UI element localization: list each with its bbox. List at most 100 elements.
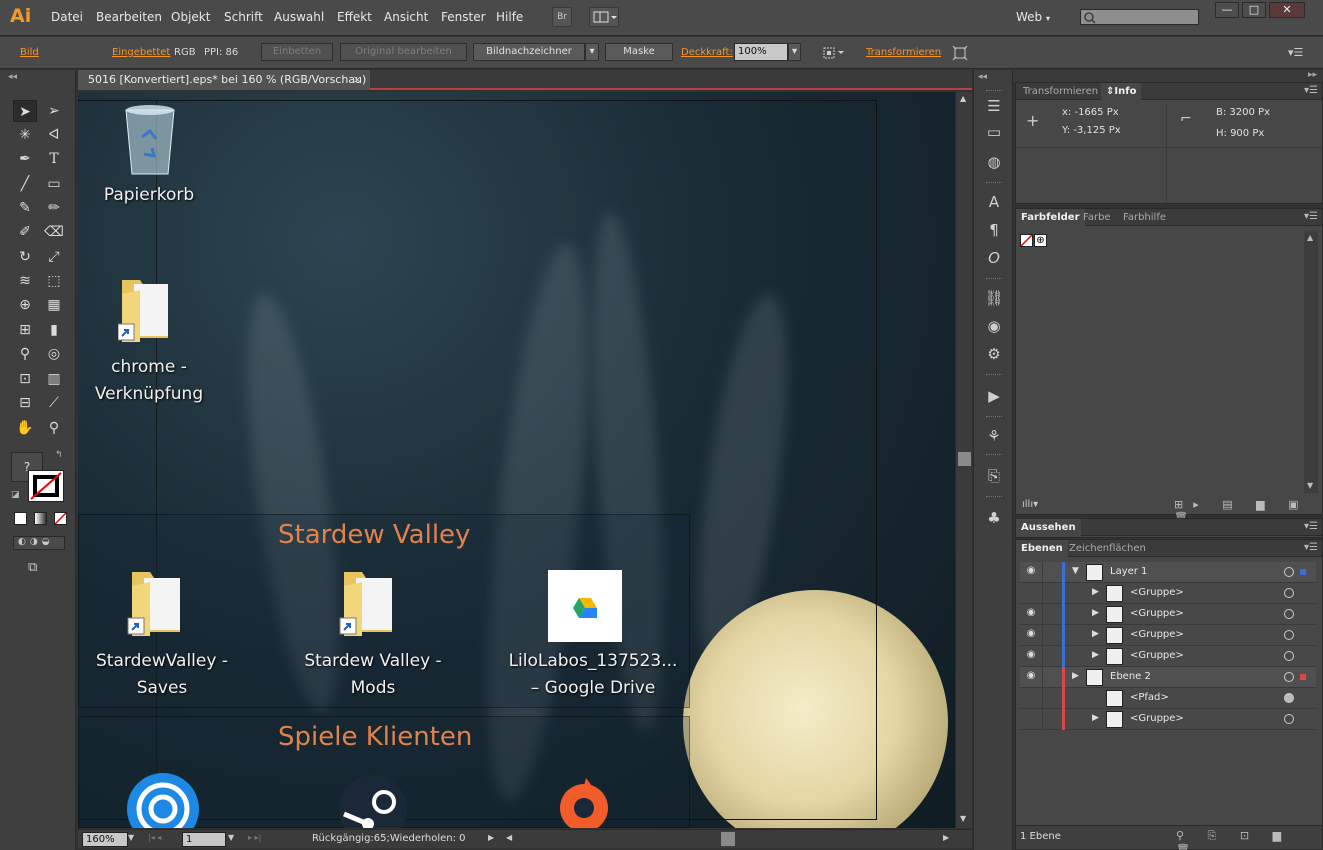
bridge-button[interactable]: Br xyxy=(552,7,572,27)
panel-menu-icon[interactable]: ▾☰ xyxy=(1304,85,1318,96)
direct-selection-tool-icon[interactable]: ➢ xyxy=(42,100,66,122)
image-trace-dropdown[interactable]: ▾ xyxy=(585,43,599,61)
warp-tool-icon[interactable]: ≋ xyxy=(13,270,37,292)
visibility-eye-icon[interactable]: ◉ xyxy=(1024,649,1038,660)
none-swatch[interactable] xyxy=(1020,234,1033,247)
lock-column[interactable] xyxy=(1042,562,1043,583)
selection-indicator[interactable] xyxy=(1300,674,1306,680)
status-menu-icon[interactable]: ▶ xyxy=(488,833,494,842)
scroll-down-icon[interactable]: ▼ xyxy=(1307,481,1313,490)
actions-play-icon[interactable]: ▶ xyxy=(984,386,1004,406)
eyedropper-tool-icon[interactable]: ⚲ xyxy=(13,343,37,365)
layer-row[interactable]: ◉ ▶ <Gruppe> xyxy=(1020,625,1316,646)
lasso-tool-icon[interactable]: ᐊ xyxy=(42,124,66,146)
lock-column[interactable] xyxy=(1042,709,1043,730)
lock-column[interactable] xyxy=(1042,688,1043,709)
layer-row[interactable]: ▶ <Gruppe> xyxy=(1020,709,1316,730)
zoom-tool-icon[interactable]: ⚲ xyxy=(42,417,66,439)
drawing-modes-icon[interactable]: ◐◑◒ xyxy=(13,536,65,550)
last-artboard-icon[interactable]: ▸ ▸| xyxy=(248,833,261,842)
selection-tool-icon[interactable]: ➤ xyxy=(13,100,37,122)
visibility-eye-icon[interactable]: ◉ xyxy=(1024,607,1038,618)
stroke-swatch[interactable] xyxy=(28,470,64,502)
tab-aussehen[interactable]: Aussehen xyxy=(1016,519,1081,536)
type-tool-icon[interactable]: T xyxy=(42,148,66,170)
target-circle-icon[interactable] xyxy=(1284,630,1294,640)
link-status[interactable]: Eingebettet xyxy=(112,47,170,58)
scroll-thumb[interactable] xyxy=(958,452,971,466)
layer-name[interactable]: <Gruppe> xyxy=(1130,650,1184,661)
disclosure-triangle-icon[interactable]: ▼ xyxy=(1072,566,1079,576)
panel-menu-icon[interactable]: ▾☰ xyxy=(1304,211,1318,222)
maximize-button[interactable]: □ xyxy=(1242,2,1266,18)
gradient-tool-icon[interactable]: ▮ xyxy=(42,319,66,341)
lock-column[interactable] xyxy=(1042,646,1043,667)
links-panel-icon[interactable]: ⛓ xyxy=(984,288,1004,308)
symbol-panel-icon[interactable]: ⚘ xyxy=(984,426,1004,446)
disclosure-triangle-icon[interactable]: ▶ xyxy=(1092,629,1099,639)
mesh-tool-icon[interactable]: ⊞ xyxy=(13,319,37,341)
target-circle-icon[interactable] xyxy=(1284,693,1294,703)
target-circle-icon[interactable] xyxy=(1284,567,1294,577)
screen-mode-icon[interactable]: ⧉ xyxy=(28,560,37,575)
pen-tool-icon[interactable]: ✒ xyxy=(13,148,37,170)
selection-indicator[interactable] xyxy=(1300,569,1306,575)
layer-name[interactable]: <Gruppe> xyxy=(1130,587,1184,598)
character-panel-icon[interactable]: A xyxy=(984,192,1004,212)
blob-brush-tool-icon[interactable]: ✐ xyxy=(13,221,37,243)
disclosure-triangle-icon[interactable]: ▶ xyxy=(1092,713,1099,723)
none-mode-icon[interactable] xyxy=(54,512,67,525)
layer-name[interactable]: Layer 1 xyxy=(1110,566,1147,577)
layer-row[interactable]: ◉ ▶ <Gruppe> xyxy=(1020,646,1316,667)
tab-zeichenflaechen[interactable]: Zeichenflächen xyxy=(1064,540,1151,557)
menu-effekt[interactable]: Effekt xyxy=(337,10,372,24)
default-colors-icon[interactable]: ◪ xyxy=(11,490,20,500)
workspace-switcher[interactable]: Web ▾ xyxy=(1016,10,1050,24)
image-trace-panel-icon[interactable]: ◉ xyxy=(984,316,1004,336)
menu-schrift[interactable]: Schrift xyxy=(224,10,263,24)
menu-bearbeiten[interactable]: Bearbeiten xyxy=(96,10,162,24)
paragraph-panel-icon[interactable]: ¶ xyxy=(984,220,1004,240)
magic-wand-tool-icon[interactable]: ✳ xyxy=(13,124,37,146)
layer-name[interactable]: Ebene 2 xyxy=(1110,671,1151,682)
target-circle-icon[interactable] xyxy=(1284,672,1294,682)
document-tab[interactable]: 5016 [Konvertiert].eps* bei 160 % (RGB/V… xyxy=(78,70,370,90)
menu-objekt[interactable]: Objekt xyxy=(171,10,210,24)
symbol-sprayer-tool-icon[interactable]: ⊡ xyxy=(13,368,37,390)
stroke-panel-icon[interactable]: ☰ xyxy=(984,96,1004,116)
menu-ansicht[interactable]: Ansicht xyxy=(384,10,428,24)
perspective-grid-tool-icon[interactable]: ▦ xyxy=(42,294,66,316)
layer-name[interactable]: <Gruppe> xyxy=(1130,713,1184,724)
tab-info[interactable]: ⇕Info xyxy=(1101,83,1142,100)
target-circle-icon[interactable] xyxy=(1284,714,1294,724)
artboard-number-input[interactable]: 1 xyxy=(182,832,226,847)
tab-farbfelder[interactable]: Farbfelder xyxy=(1016,209,1085,226)
help-search-input[interactable] xyxy=(1080,9,1199,25)
close-icon[interactable]: × xyxy=(353,70,362,90)
tab-ebenen[interactable]: Ebenen xyxy=(1016,540,1068,557)
line-tool-icon[interactable]: ╱ xyxy=(13,173,37,195)
tab-farbe[interactable]: Farbe xyxy=(1078,209,1116,226)
visibility-eye-icon[interactable]: ◉ xyxy=(1024,628,1038,639)
vertical-scrollbar[interactable]: ▲ ▼ xyxy=(955,92,972,828)
layer-name[interactable]: <Pfad> xyxy=(1130,692,1169,703)
gradient-panel-icon[interactable]: ▭ xyxy=(984,122,1004,142)
scroll-up-icon[interactable]: ▲ xyxy=(960,94,966,103)
menu-datei[interactable]: Datei xyxy=(51,10,83,24)
opacity-dropdown[interactable]: ▾ xyxy=(788,43,801,61)
align-selection-button[interactable] xyxy=(821,45,847,61)
first-artboard-icon[interactable]: |◂ ◂ xyxy=(148,833,161,842)
swatch-libraries-icon[interactable]: ıllı▾ xyxy=(1022,499,1038,510)
target-circle-icon[interactable] xyxy=(1284,609,1294,619)
panel-menu-icon[interactable]: ▾☰ xyxy=(1304,542,1318,553)
club-symbol-icon[interactable]: ♣ xyxy=(984,508,1004,528)
registration-swatch[interactable]: ⊕ xyxy=(1034,234,1047,247)
settings-gear-icon[interactable]: ⚙ xyxy=(984,344,1004,364)
scroll-right-icon[interactable]: ▶ xyxy=(943,833,949,842)
shape-builder-tool-icon[interactable]: ⊕ xyxy=(13,294,37,316)
disclosure-triangle-icon[interactable]: ▶ xyxy=(1092,608,1099,618)
collapse-icon[interactable]: ◂◂ xyxy=(978,72,987,82)
minimize-button[interactable]: — xyxy=(1215,2,1239,18)
menu-fenster[interactable]: Fenster xyxy=(441,10,486,24)
pencil-tool-icon[interactable]: ✏ xyxy=(42,197,66,219)
